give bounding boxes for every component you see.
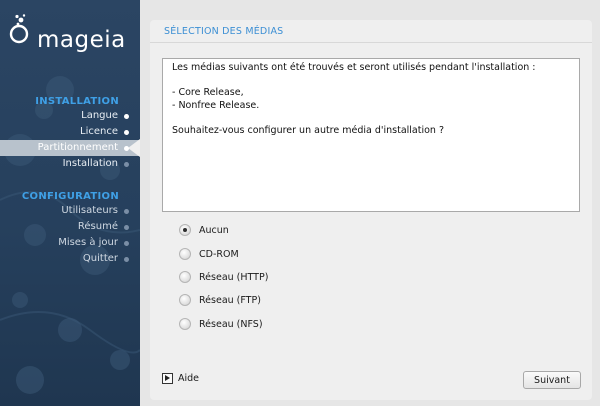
message-line: Les médias suivants ont été trouvés et s…: [172, 62, 536, 73]
radio-label: Réseau (FTP): [199, 294, 261, 306]
step-active-bullet: [124, 146, 129, 151]
media-message-box: Les médias suivants ont été trouvés et s…: [162, 58, 580, 212]
sidebar: mageia INSTALLATION Langue Licence Parti…: [0, 0, 140, 406]
radio-option-nfs[interactable]: Réseau (NFS): [179, 316, 263, 332]
radio-button[interactable]: [179, 224, 191, 236]
radio-option-http[interactable]: Réseau (HTTP): [179, 269, 268, 285]
radio-option-ftp[interactable]: Réseau (FTP): [179, 292, 261, 308]
sidebar-item-utilisateurs[interactable]: Utilisateurs: [61, 203, 118, 219]
message-line: [172, 112, 570, 125]
title-divider: [150, 42, 592, 43]
message-line: - Core Release,: [172, 87, 244, 98]
sidebar-item-partitionnement[interactable]: Partitionnement: [38, 140, 118, 156]
next-button[interactable]: Suivant: [523, 371, 581, 389]
sidebar-item-licence[interactable]: Licence: [80, 124, 118, 140]
cauldron-icon: [9, 14, 29, 44]
message-line: - Nonfree Release.: [172, 99, 260, 111]
sidebar-item-mises-a-jour[interactable]: Mises à jour: [58, 235, 118, 251]
radio-button[interactable]: [179, 271, 191, 283]
section-title-configuration: CONFIGURATION: [21, 191, 119, 202]
main-panel: SÉLECTION DES MÉDIAS Les médias suivants…: [150, 20, 592, 400]
radio-label: Aucun: [199, 224, 229, 236]
step-done-bullet: [124, 114, 129, 119]
sidebar-item-resume[interactable]: Résumé: [78, 219, 118, 235]
radio-label: CD-ROM: [199, 248, 239, 260]
active-step-arrow: [128, 139, 140, 157]
sidebar-item-langue[interactable]: Langue: [81, 108, 118, 124]
step-pending-bullet: [124, 162, 129, 167]
radio-label: Réseau (HTTP): [199, 271, 269, 283]
step-pending-bullet: [124, 225, 129, 230]
sidebar-item-installation[interactable]: Installation: [63, 156, 118, 172]
step-pending-bullet: [124, 241, 129, 246]
radio-option-aucun[interactable]: Aucun: [179, 222, 229, 238]
step-pending-bullet: [124, 209, 129, 214]
help-label: Aide: [178, 373, 200, 384]
expand-arrow-icon[interactable]: [162, 373, 173, 384]
step-pending-bullet: [124, 257, 129, 262]
step-done-bullet: [124, 130, 129, 135]
section-title-installation: INSTALLATION: [35, 96, 119, 107]
radio-label: Réseau (NFS): [199, 318, 263, 330]
page-title: SÉLECTION DES MÉDIAS: [164, 26, 284, 37]
message-line: [172, 75, 570, 88]
radio-button[interactable]: [179, 294, 191, 306]
mageia-logo: mageia: [5, 14, 135, 53]
sidebar-item-quitter[interactable]: Quitter: [83, 251, 118, 267]
message-line: Souhaitez-vous configurer un autre média…: [172, 124, 445, 136]
brand-name: mageia: [37, 27, 126, 53]
radio-button[interactable]: [179, 318, 191, 330]
help-toggle[interactable]: Aide: [162, 373, 199, 384]
radio-button[interactable]: [179, 248, 191, 260]
radio-option-cdrom[interactable]: CD-ROM: [179, 246, 239, 262]
